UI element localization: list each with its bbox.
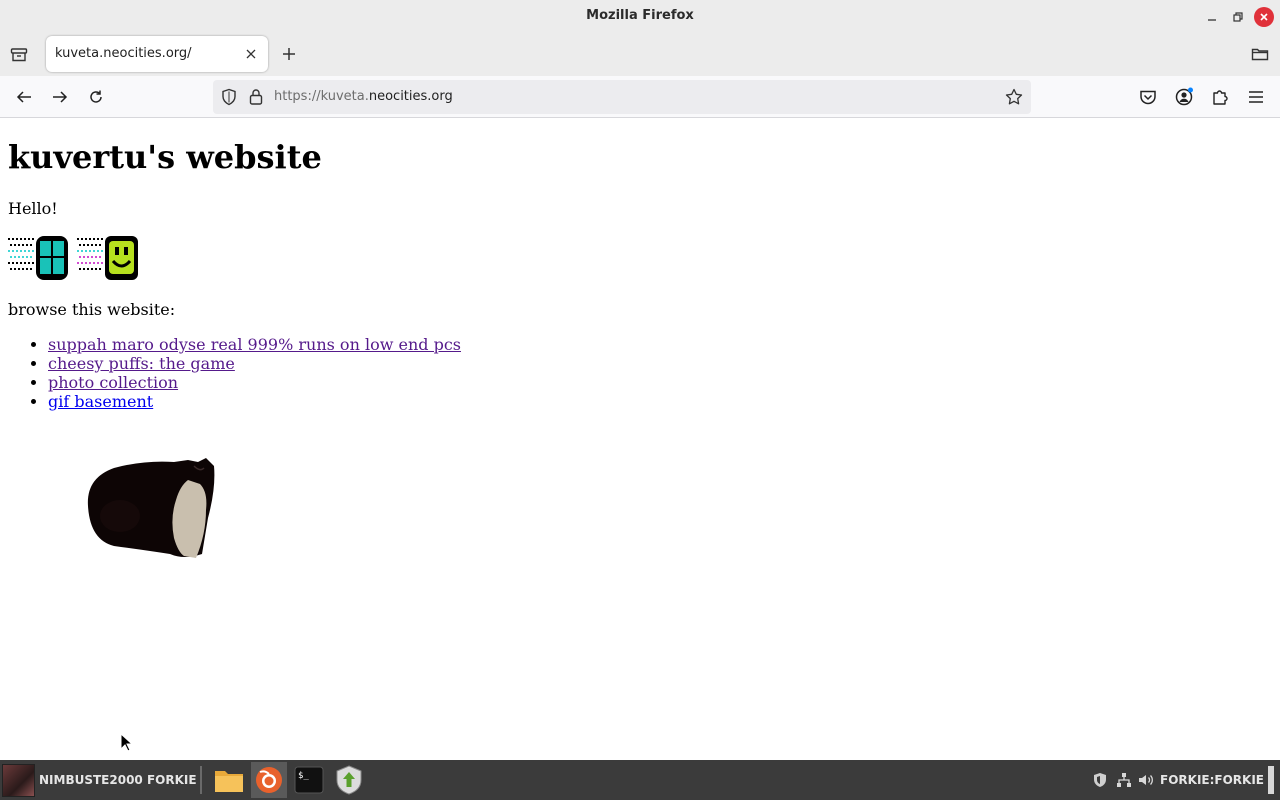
link-gif-basement[interactable]: gif basement xyxy=(48,392,153,411)
pocket-icon xyxy=(1140,90,1156,105)
pixel-badges xyxy=(8,235,141,281)
svg-text:$_: $_ xyxy=(298,771,309,781)
window-titlebar: Mozilla Firefox xyxy=(0,0,1280,34)
plus-icon xyxy=(283,48,295,60)
hostname-label[interactable]: FORKIE:FORKIE xyxy=(1160,773,1264,787)
user-name-label[interactable]: NIMBUSTE2000 FORKIE xyxy=(39,773,197,787)
tray-network-button[interactable] xyxy=(1116,772,1132,788)
hamburger-menu-icon xyxy=(1249,91,1263,103)
account-icon xyxy=(1175,87,1193,106)
extensions-button[interactable] xyxy=(1209,86,1231,108)
restore-icon xyxy=(1233,12,1243,22)
navigation-toolbar: https://kuveta.neocities.org xyxy=(0,76,1280,118)
url-domain: neocities.org xyxy=(368,89,453,104)
arrow-left-icon xyxy=(16,91,31,103)
link-suppah-maro[interactable]: suppah maro odyse real 999% runs on low … xyxy=(48,335,461,354)
tab-bar: kuveta.neocities.org/ xyxy=(0,34,1280,76)
user-avatar[interactable] xyxy=(2,764,35,797)
list-item: cheesy puffs: the game xyxy=(48,354,461,373)
system-taskbar: NIMBUSTE2000 FORKIE $_ FORKIE:FORKIE xyxy=(0,760,1280,800)
link-photo-collection[interactable]: photo collection xyxy=(48,373,178,392)
application-menu-button[interactable] xyxy=(1245,86,1267,108)
tab-kuveta[interactable]: kuveta.neocities.org/ xyxy=(46,36,268,72)
tab-overview-icon xyxy=(10,48,28,62)
shield-icon xyxy=(1094,773,1106,787)
terminal-icon: $_ xyxy=(294,766,324,794)
page-content: kuvertu's website Hello! browse this web… xyxy=(0,118,1280,760)
greeting-text: Hello! xyxy=(8,199,58,218)
minimize-icon xyxy=(1208,19,1216,21)
windows-badge-icon xyxy=(8,236,68,280)
window-title: Mozilla Firefox xyxy=(586,8,694,23)
tab-title: kuveta.neocities.org/ xyxy=(55,46,192,61)
reload-button[interactable] xyxy=(84,86,108,108)
mouse-cursor-icon xyxy=(120,733,134,752)
taskbar-terminal-button[interactable]: $_ xyxy=(291,762,327,798)
close-window-button[interactable] xyxy=(1254,7,1274,27)
taskbar-firefox-button[interactable] xyxy=(251,762,287,798)
bookmark-star-icon[interactable] xyxy=(1005,88,1023,106)
account-button[interactable] xyxy=(1173,86,1195,108)
network-icon xyxy=(1117,773,1131,787)
list-item: photo collection xyxy=(48,373,461,392)
smiley-badge-icon xyxy=(77,236,139,280)
link-cheesy-puffs[interactable]: cheesy puffs: the game xyxy=(48,354,235,373)
tray-security-button[interactable] xyxy=(1092,772,1108,788)
new-tab-button[interactable] xyxy=(278,43,300,65)
firefox-icon xyxy=(256,767,282,793)
minimize-button[interactable] xyxy=(1202,7,1222,27)
update-manager-icon xyxy=(336,765,362,795)
tab-list-button[interactable] xyxy=(8,44,30,66)
url-text[interactable]: https://kuveta.neocities.org xyxy=(274,89,453,104)
tray-volume-button[interactable] xyxy=(1138,772,1154,788)
close-icon xyxy=(246,49,256,59)
pocket-button[interactable] xyxy=(1137,86,1159,108)
maximize-button[interactable] xyxy=(1228,7,1248,27)
close-icon xyxy=(1260,13,1268,21)
folder-icon xyxy=(1251,48,1269,61)
address-bar[interactable]: https://kuveta.neocities.org xyxy=(213,80,1031,114)
page-title: kuvertu's website xyxy=(8,138,322,176)
site-links: suppah maro odyse real 999% runs on low … xyxy=(48,335,461,411)
taskbar-separator xyxy=(200,766,202,794)
tracking-protection-icon[interactable] xyxy=(221,88,237,106)
files-icon xyxy=(215,771,243,792)
reload-icon xyxy=(90,90,102,103)
forward-button[interactable] xyxy=(48,86,72,108)
list-item: suppah maro odyse real 999% runs on low … xyxy=(48,335,461,354)
list-all-tabs-button[interactable] xyxy=(1249,43,1271,65)
back-button[interactable] xyxy=(12,86,36,108)
url-prefix: https://kuveta. xyxy=(274,89,369,104)
taskbar-files-button[interactable] xyxy=(211,762,247,798)
browse-label: browse this website: xyxy=(8,300,176,319)
lock-icon[interactable] xyxy=(249,88,263,106)
show-desktop-button[interactable] xyxy=(1268,766,1274,794)
arrow-right-icon xyxy=(53,91,68,103)
puzzle-piece-icon xyxy=(1213,90,1228,105)
volume-icon xyxy=(1139,775,1153,785)
list-item: gif basement xyxy=(48,392,461,411)
cat-image xyxy=(87,458,215,558)
tab-close-button[interactable] xyxy=(242,45,260,63)
taskbar-update-manager-button[interactable] xyxy=(331,762,367,798)
